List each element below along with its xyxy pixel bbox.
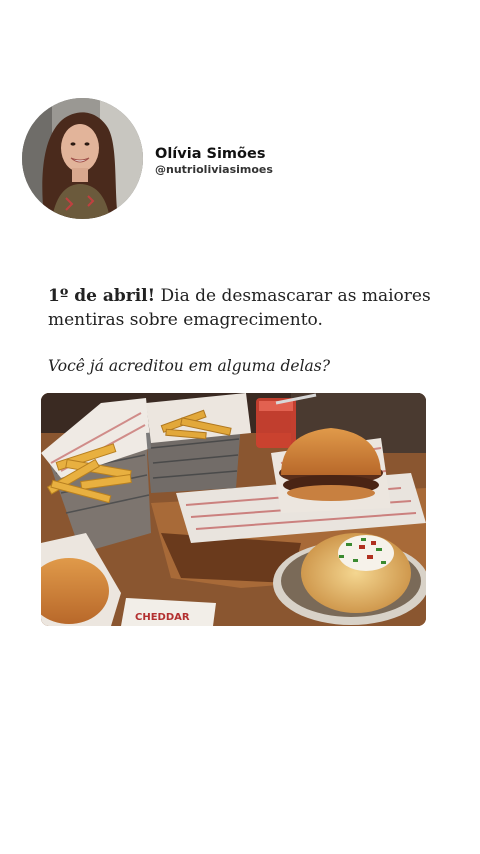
display-name[interactable]: Olívia Simões <box>155 145 273 163</box>
profile-names: Olívia Simões @nutrioliviasimoes <box>155 145 273 177</box>
post-lead-bold: 1º de abril! <box>48 286 156 306</box>
user-handle[interactable]: @nutrioliviasimoes <box>155 163 273 177</box>
post-question: Você já acreditou em alguma delas? <box>48 357 331 375</box>
post-header: Olívia Simões @nutrioliviasimoes <box>22 98 273 219</box>
food-photo: CHEDDAR <box>41 393 426 626</box>
paper-print-text: CHEDDAR <box>135 612 190 623</box>
avatar[interactable] <box>22 98 143 219</box>
post-body: 1º de abril! Dia de desmascarar as maior… <box>48 284 448 332</box>
avatar-photo <box>22 98 143 219</box>
post-photo[interactable]: CHEDDAR <box>41 393 426 626</box>
